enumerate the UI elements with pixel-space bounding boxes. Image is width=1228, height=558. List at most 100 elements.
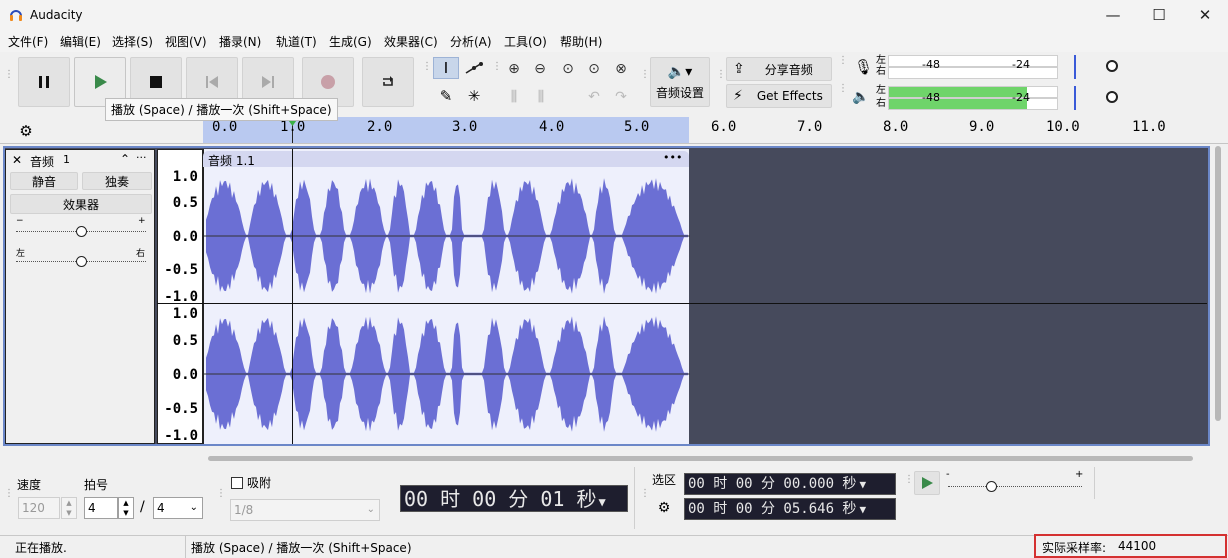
record-meter-left[interactable] xyxy=(888,55,1058,67)
trim-button[interactable]: ⫼ xyxy=(503,86,525,108)
tempo-stepper[interactable]: ▲ ▼ xyxy=(61,497,77,519)
get-effects-button[interactable]: ⚡ Get Effects xyxy=(726,84,832,108)
selection-grip[interactable]: ⋮ xyxy=(640,489,650,499)
zoom-out-button[interactable]: ⊖ xyxy=(529,58,551,80)
gain-min-label: − xyxy=(16,216,24,226)
vertical-scale[interactable]: 1.0 0.5 0.0 -0.5 -1.0 1.0 0.5 0.0 -0.5 -… xyxy=(157,149,203,444)
multi-tool[interactable]: ✳ xyxy=(461,85,487,107)
menu-tracks[interactable]: 轨道(T) xyxy=(276,33,317,50)
tempo-input[interactable]: 120 xyxy=(18,497,60,519)
snap-select[interactable]: 1/8 ⌄ xyxy=(230,499,380,521)
mute-label: 静音 xyxy=(31,174,56,189)
snap-grip[interactable]: ⋮ xyxy=(216,489,226,499)
scale-label: -1.0 xyxy=(164,428,198,444)
draw-tool[interactable]: ✎ xyxy=(433,85,459,107)
share-grip[interactable]: ⋮ xyxy=(716,70,726,80)
snap-value: 1/8 xyxy=(234,503,254,517)
record-volume-knob[interactable] xyxy=(1106,60,1118,72)
selection-start-time[interactable]: 00 时 00 分 00.000 秒 ▼ xyxy=(684,473,896,495)
close-button[interactable]: ✕ xyxy=(1182,0,1228,30)
timeline-settings-icon[interactable]: ⚙ xyxy=(14,120,38,142)
menu-view[interactable]: 视图(V) xyxy=(165,33,207,50)
selection-settings-icon[interactable]: ⚙ xyxy=(652,497,676,519)
speed-min-label: - xyxy=(946,469,950,480)
play-at-speed-grip[interactable]: ⋮ xyxy=(904,475,914,485)
beats-stepper[interactable]: ▲ ▼ xyxy=(118,497,134,519)
silence-button[interactable]: ⫼ xyxy=(530,86,552,108)
selection-end-time[interactable]: 00 时 00 分 05.646 秒 ▼ xyxy=(684,498,896,520)
play-at-speed-button[interactable] xyxy=(914,471,940,495)
share-audio-button[interactable]: ⇪ 分享音频 xyxy=(726,57,832,81)
menu-help[interactable]: 帮助(H) xyxy=(560,33,602,50)
edit-grip[interactable]: ⋮ xyxy=(492,62,502,72)
playback-meter-right[interactable] xyxy=(888,98,1058,110)
undo-button[interactable]: ↶ xyxy=(583,86,605,108)
window-title: Audacity xyxy=(30,8,83,22)
toolbar-grip[interactable]: ⋮ xyxy=(4,70,14,80)
maximize-button[interactable]: ☐ xyxy=(1136,0,1182,30)
menu-edit[interactable]: 编辑(E) xyxy=(60,33,101,50)
close-track-icon[interactable]: ✕ xyxy=(12,153,22,167)
zoom-toggle-button[interactable]: ⊗ xyxy=(610,58,632,80)
selection-tool[interactable]: I xyxy=(433,57,459,79)
clip-header[interactable]: 音频 1.1 ••• xyxy=(203,151,689,168)
dropdown-arrow-icon: ▼ xyxy=(598,495,606,509)
playback-volume-knob[interactable] xyxy=(1106,91,1118,103)
menu-generate[interactable]: 生成(G) xyxy=(329,33,372,50)
snap-checkbox[interactable] xyxy=(231,477,243,489)
playback-meter-left[interactable] xyxy=(888,86,1058,98)
tooltip: 播放 (Space) / 播放一次 (Shift+Space) xyxy=(105,98,338,121)
effects-button[interactable]: 效果器 xyxy=(10,194,152,214)
gain-max-label: + xyxy=(138,216,146,226)
tempo-grip[interactable]: ⋮ xyxy=(4,489,14,499)
track-name[interactable]: 音频 xyxy=(30,153,54,170)
scale-label: 1.0 xyxy=(172,306,198,322)
record-meter-grip[interactable]: ⋮ xyxy=(838,56,848,66)
tools-grip[interactable]: ⋮ xyxy=(422,62,432,72)
mute-button[interactable]: 静音 xyxy=(10,172,78,190)
beats-lower-value: 4 xyxy=(157,501,165,515)
speed-slider-track[interactable] xyxy=(948,486,1082,487)
horizontal-scrollbar[interactable] xyxy=(208,456,1193,461)
clip-menu-icon[interactable]: ••• xyxy=(663,151,682,164)
menu-select[interactable]: 选择(S) xyxy=(112,33,153,50)
speed-slider-thumb[interactable] xyxy=(986,481,997,492)
i-beam-icon: I xyxy=(443,59,449,77)
menu-file[interactable]: 文件(F) xyxy=(8,33,48,50)
menu-tools[interactable]: 工具(O) xyxy=(504,33,547,50)
audio-clip[interactable] xyxy=(203,149,690,444)
beats-upper-input[interactable]: 4 xyxy=(84,497,118,519)
fit-selection-button[interactable]: ⊙ xyxy=(557,58,579,80)
menu-transport[interactable]: 播录(N) xyxy=(219,33,261,50)
snap-label[interactable]: 吸附 xyxy=(247,474,271,491)
track-menu-icon[interactable]: ··· xyxy=(136,151,147,164)
loop-button[interactable] xyxy=(362,57,414,107)
beats-lower-select[interactable]: 4 ⌄ xyxy=(153,497,203,519)
ruler-tick: 7.0 xyxy=(797,119,823,135)
timeline-ruler[interactable]: ⚙ 0.0 1.0 2.0 3.0 4.0 5.0 6.0 7.0 8.0 9.… xyxy=(0,117,1228,144)
ruler-tick: 3.0 xyxy=(452,119,478,135)
record-meter-right[interactable] xyxy=(888,67,1058,79)
menu-analyze[interactable]: 分析(A) xyxy=(450,33,492,50)
zoom-in-button[interactable]: ⊕ xyxy=(503,58,525,80)
collapse-icon[interactable]: ⌃ xyxy=(120,152,130,166)
vertical-scrollbar[interactable] xyxy=(1215,146,1221,421)
time-display[interactable]: 00 时 00 分 01 秒 ▼ xyxy=(400,485,628,512)
minimize-button[interactable]: — xyxy=(1090,0,1136,30)
playback-mark-24: -24 xyxy=(1012,91,1030,104)
gain-slider-thumb[interactable] xyxy=(76,226,87,237)
play-meter-grip[interactable]: ⋮ xyxy=(838,84,848,94)
pan-slider-thumb[interactable] xyxy=(76,256,87,267)
redo-button[interactable]: ↷ xyxy=(610,86,632,108)
audio-setup-grip[interactable]: ⋮ xyxy=(640,70,650,80)
playhead-cursor xyxy=(292,149,293,444)
solo-button[interactable]: 独奏 xyxy=(82,172,152,190)
envelope-tool[interactable] xyxy=(461,57,487,79)
menu-effect[interactable]: 效果器(C) xyxy=(384,33,438,50)
pause-icon xyxy=(39,76,49,88)
pause-button[interactable] xyxy=(18,57,70,107)
fit-project-button[interactable]: ⊙ xyxy=(583,58,605,80)
audio-setup-button[interactable]: 🔈▾ 音频设置 xyxy=(650,57,710,107)
selection-label: 选区 xyxy=(652,473,677,487)
clip-name: 音频 1.1 xyxy=(208,154,255,168)
